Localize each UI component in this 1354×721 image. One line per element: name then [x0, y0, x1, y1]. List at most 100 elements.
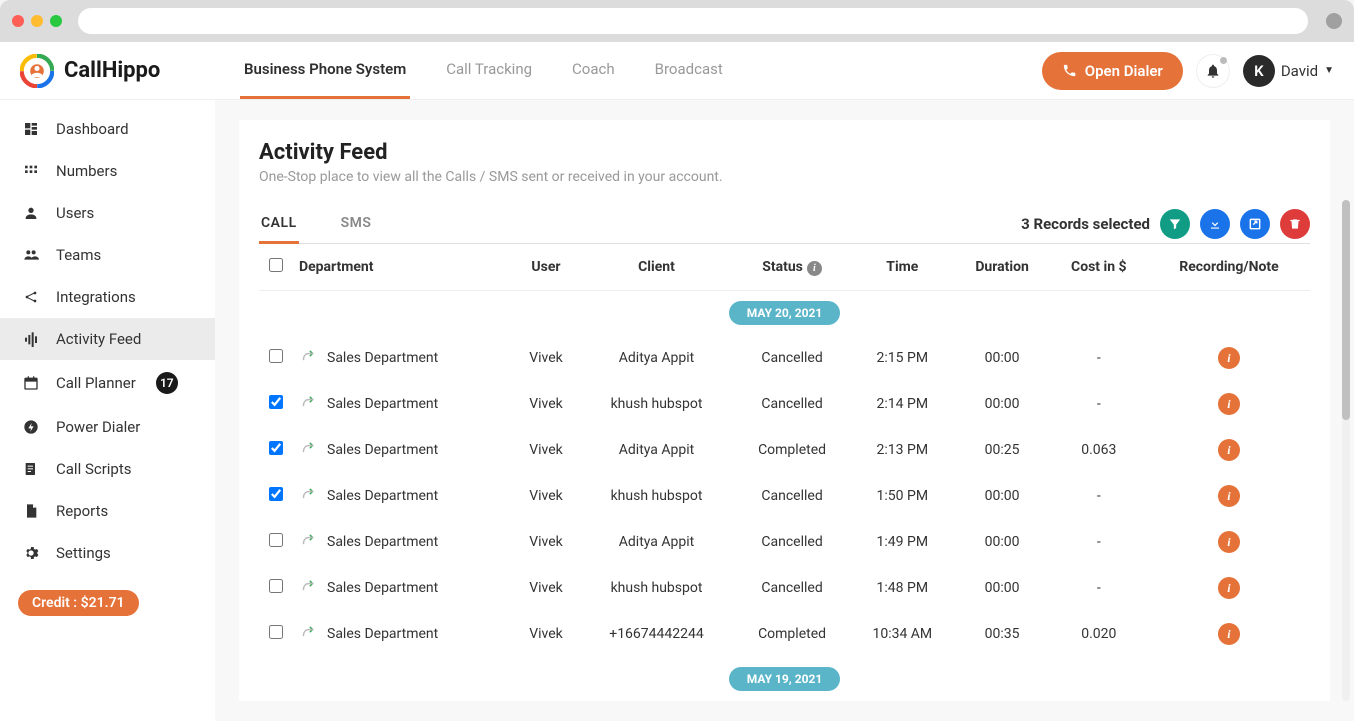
duration-cell: 00:00 [954, 381, 1049, 427]
dept-label: Sales Department [327, 580, 438, 596]
sidebar-item-power-dialer[interactable]: Power Dialer [0, 406, 215, 448]
sidebar-item-integrations[interactable]: Integrations [0, 276, 215, 318]
row-checkbox[interactable] [269, 625, 283, 639]
download-button[interactable] [1200, 209, 1230, 239]
client-cell: Aditya Appit [579, 427, 734, 473]
cost-cell: - [1050, 473, 1148, 519]
avatar: K [1243, 55, 1275, 87]
top-tab-business-phone-system[interactable]: Business Phone System [240, 42, 410, 99]
col-recording: Recording/Note [1148, 244, 1310, 291]
logo-text: CallHippo [64, 58, 160, 83]
filter-icon [1168, 217, 1182, 231]
notification-badge [1220, 57, 1227, 64]
top-bar: CallHippo Business Phone System Call Trac… [0, 42, 1354, 100]
sidebar-badge: 17 [156, 372, 178, 394]
cost-cell: - [1050, 381, 1148, 427]
info-button[interactable]: i [1218, 439, 1240, 461]
duration-cell: 00:35 [954, 611, 1049, 657]
open-dialer-button[interactable]: Open Dialer [1042, 52, 1183, 90]
dashboard-icon [22, 120, 40, 138]
dept-label: Sales Department [327, 442, 438, 458]
sidebar-item-activity-feed[interactable]: Activity Feed [0, 318, 215, 360]
col-time: Time [850, 244, 954, 291]
delete-button[interactable] [1280, 209, 1310, 239]
top-tab-coach[interactable]: Coach [568, 42, 619, 99]
sidebar-item-dashboard[interactable]: Dashboard [0, 108, 215, 150]
col-user: User [513, 244, 579, 291]
info-button[interactable]: i [1218, 347, 1240, 369]
profile-icon[interactable] [1326, 13, 1342, 29]
sidebar-item-call-scripts[interactable]: Call Scripts [0, 448, 215, 490]
top-tabs: Business Phone System Call Tracking Coach B… [240, 42, 727, 99]
numbers-icon [22, 162, 40, 180]
row-checkbox[interactable] [269, 441, 283, 455]
sidebar-item-numbers[interactable]: Numbers [0, 150, 215, 192]
minimize-icon[interactable] [31, 15, 43, 27]
activity-table: Department User Client Statusi Time Dura… [259, 244, 1310, 701]
status-info-icon[interactable]: i [807, 261, 822, 276]
sidebar-item-label: Settings [56, 544, 111, 562]
sidebar-item-reports[interactable]: Reports [0, 490, 215, 532]
duration-cell: 00:00 [954, 519, 1049, 565]
info-button[interactable]: i [1218, 531, 1240, 553]
row-checkbox[interactable] [269, 579, 283, 593]
time-cell: 2:15 PM [850, 335, 954, 381]
top-tab-broadcast[interactable]: Broadcast [651, 42, 727, 99]
sidebar-item-call-planner[interactable]: Call Planner17 [0, 360, 215, 406]
user-cell: Vivek [513, 565, 579, 611]
select-all-checkbox[interactable] [269, 258, 283, 272]
close-icon[interactable] [12, 15, 24, 27]
top-tab-call-tracking[interactable]: Call Tracking [442, 42, 536, 99]
user-menu[interactable]: K David ▼ [1243, 55, 1334, 87]
row-checkbox[interactable] [269, 395, 283, 409]
credit-pill[interactable]: Credit : $21.71 [18, 590, 139, 616]
dept-label: Sales Department [327, 350, 438, 366]
info-button[interactable]: i [1218, 623, 1240, 645]
table-row[interactable]: Sales DepartmentVivek+16674442244Complet… [259, 611, 1310, 657]
scrollbar-thumb[interactable] [1342, 200, 1350, 420]
page-description: One-Stop place to view all the Calls / S… [259, 169, 1310, 185]
table-row[interactable]: Sales DepartmentVivekAditya AppitComplet… [259, 427, 1310, 473]
row-checkbox[interactable] [269, 349, 283, 363]
table-row[interactable]: Sales DepartmentVivekAditya AppitCancell… [259, 519, 1310, 565]
table-row[interactable]: Sales DepartmentVivekkhush hubspotCancel… [259, 473, 1310, 519]
table-row[interactable]: Sales DepartmentVivekAditya AppitCancell… [259, 335, 1310, 381]
row-checkbox[interactable] [269, 533, 283, 547]
scrollbar[interactable] [1342, 200, 1350, 701]
call-direction-icon [299, 579, 317, 597]
status-cell: Cancelled [734, 519, 850, 565]
time-cell: 1:50 PM [850, 473, 954, 519]
info-button[interactable]: i [1218, 393, 1240, 415]
info-button[interactable]: i [1218, 485, 1240, 507]
sidebar-item-settings[interactable]: Settings [0, 532, 215, 574]
time-cell: 2:13 PM [850, 427, 954, 473]
sidebar-item-label: Numbers [56, 162, 117, 180]
dept-label: Sales Department [327, 626, 438, 642]
maximize-icon[interactable] [50, 15, 62, 27]
sidebar-item-teams[interactable]: Teams [0, 234, 215, 276]
inner-tab-call[interactable]: CALL [259, 205, 299, 244]
date-pill: MAY 19, 2021 [729, 667, 841, 691]
teams-icon [22, 246, 40, 264]
url-bar[interactable] [78, 8, 1308, 34]
notifications-button[interactable] [1197, 55, 1229, 87]
table-row[interactable]: Sales DepartmentVivekkhush hubspotCancel… [259, 565, 1310, 611]
row-checkbox[interactable] [269, 487, 283, 501]
settings-icon [22, 544, 40, 562]
open-dialer-label: Open Dialer [1085, 62, 1163, 80]
export-button[interactable] [1240, 209, 1270, 239]
inner-tab-sms[interactable]: SMS [339, 205, 374, 244]
duration-cell: 00:00 [954, 565, 1049, 611]
client-cell: Aditya Appit [579, 519, 734, 565]
table-row[interactable]: Sales DepartmentVivekkhush hubspotCancel… [259, 381, 1310, 427]
date-pill: MAY 20, 2021 [729, 301, 841, 325]
status-cell: Completed [734, 611, 850, 657]
user-cell: Vivek [513, 335, 579, 381]
sidebar-item-label: Teams [56, 246, 101, 264]
export-icon [1248, 217, 1262, 231]
sidebar-item-users[interactable]: Users [0, 192, 215, 234]
logo[interactable]: CallHippo [20, 54, 220, 88]
time-cell: 1:49 PM [850, 519, 954, 565]
info-button[interactable]: i [1218, 577, 1240, 599]
filter-button[interactable] [1160, 209, 1190, 239]
